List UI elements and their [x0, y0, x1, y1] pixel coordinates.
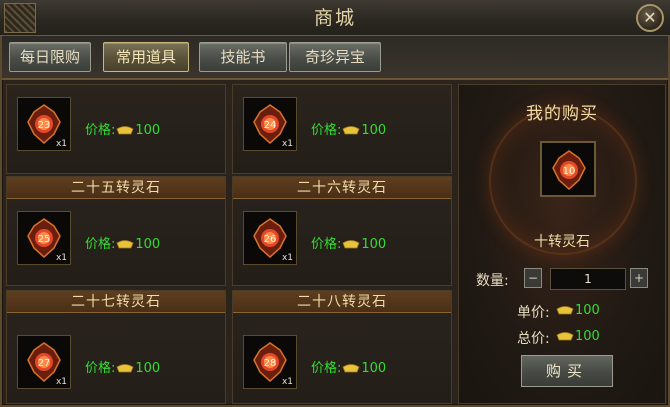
total-price: 100 — [555, 329, 600, 344]
svg-text:10: 10 — [563, 166, 576, 177]
item-price: 价格: 100 — [85, 361, 161, 376]
quantity-input[interactable]: 1 — [550, 268, 626, 290]
item-name: 二十八转灵石 — [233, 291, 451, 313]
spirit-stone-icon: 23 — [27, 104, 61, 144]
purchase-title: 我的购买 — [526, 104, 598, 124]
total-price-label: 总价: — [517, 331, 550, 347]
spirit-stone-icon: 28 — [253, 342, 287, 382]
item-name: 二十六转灵石 — [233, 177, 451, 199]
unit-price-label: 单价: — [517, 305, 550, 321]
item-quantity: x1 — [281, 253, 293, 263]
spirit-stone-icon: 27 — [27, 342, 61, 382]
window-title: 商城 — [313, 7, 356, 29]
close-icon: ✕ — [643, 8, 657, 27]
svg-text:28: 28 — [264, 358, 277, 369]
gold-ingot-icon — [116, 126, 134, 135]
tab-common-items[interactable]: 常用道具 — [103, 42, 189, 72]
item-card[interactable]: 24 x1 价格: 100 — [232, 84, 452, 174]
spirit-stone-icon: 24 — [253, 104, 287, 144]
item-icon-slot[interactable]: 25 x1 — [17, 211, 71, 265]
title-bar: 商城 ✕ — [0, 0, 670, 36]
selected-item-name: 十转灵石 — [534, 234, 590, 250]
item-grid: 23 x1 价格: 100 24 x1 价格: 100 二十五转灵石 25 x1… — [6, 84, 454, 404]
svg-text:24: 24 — [264, 120, 277, 131]
gold-ingot-icon — [116, 364, 134, 373]
item-icon-slot[interactable]: 23 x1 — [17, 97, 71, 151]
item-card[interactable]: 二十七转灵石 27 x1 价格: 100 — [6, 290, 226, 404]
item-card[interactable]: 23 x1 价格: 100 — [6, 84, 226, 174]
item-name: 二十五转灵石 — [7, 177, 225, 199]
item-icon-slot[interactable]: 24 x1 — [243, 97, 297, 151]
item-price: 价格: 100 — [311, 123, 387, 138]
gold-ingot-icon — [116, 240, 134, 249]
svg-text:26: 26 — [264, 234, 277, 245]
gold-ingot-icon — [556, 332, 574, 341]
buy-button[interactable]: 购买 — [521, 355, 613, 387]
item-price: 价格: 100 — [311, 237, 387, 252]
unit-price: 100 — [555, 303, 600, 318]
item-price: 价格: 100 — [85, 123, 161, 138]
spirit-stone-icon: 26 — [253, 218, 287, 258]
gold-ingot-icon — [556, 306, 574, 315]
item-quantity: x1 — [55, 139, 67, 149]
quantity-label: 数量: — [476, 273, 509, 289]
increase-quantity-button[interactable]: + — [630, 268, 648, 288]
close-button[interactable]: ✕ — [636, 4, 664, 32]
decrease-quantity-button[interactable]: − — [524, 268, 542, 288]
purchase-panel: 我的购买 10 十转灵石 数量: − 1 + 单价: 100 总价: 100 购… — [458, 84, 666, 404]
gold-ingot-icon — [342, 240, 360, 249]
item-card[interactable]: 二十六转灵石 26 x1 价格: 100 — [232, 176, 452, 286]
item-icon-slot[interactable]: 26 x1 — [243, 211, 297, 265]
tab-bar: 每日限购 常用道具 技能书 奇珍异宝 — [2, 36, 668, 80]
spirit-stone-icon: 10 — [552, 150, 586, 190]
spirit-stone-icon: 25 — [27, 218, 61, 258]
gold-ingot-icon — [342, 364, 360, 373]
item-quantity: x1 — [281, 139, 293, 149]
svg-text:27: 27 — [38, 358, 51, 369]
item-icon-slot[interactable]: 28 x1 — [243, 335, 297, 389]
item-quantity: x1 — [281, 377, 293, 387]
tab-skill-books[interactable]: 技能书 — [199, 42, 287, 72]
item-card[interactable]: 二十八转灵石 28 x1 价格: 100 — [232, 290, 452, 404]
gold-ingot-icon — [342, 126, 360, 135]
item-icon-slot[interactable]: 27 x1 — [17, 335, 71, 389]
item-quantity: x1 — [55, 377, 67, 387]
item-name: 二十七转灵石 — [7, 291, 225, 313]
selected-item-slot: 10 — [540, 141, 596, 197]
svg-text:25: 25 — [38, 234, 51, 245]
tab-rare-treasures[interactable]: 奇珍异宝 — [289, 42, 381, 72]
svg-text:23: 23 — [38, 120, 51, 131]
item-price: 价格: 100 — [311, 361, 387, 376]
item-price: 价格: 100 — [85, 237, 161, 252]
item-quantity: x1 — [55, 253, 67, 263]
tab-daily-limited[interactable]: 每日限购 — [9, 42, 91, 72]
item-card[interactable]: 二十五转灵石 25 x1 价格: 100 — [6, 176, 226, 286]
